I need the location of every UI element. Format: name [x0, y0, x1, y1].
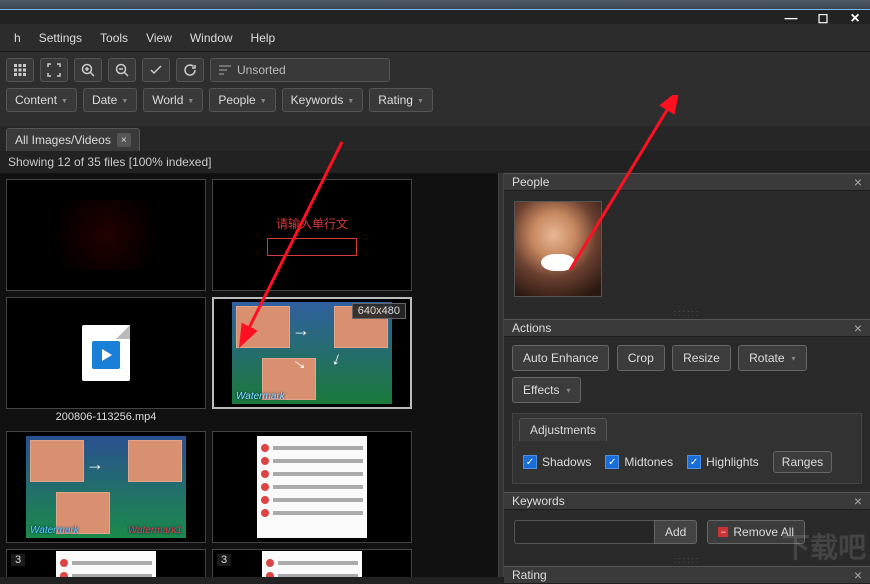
highlights-checkbox[interactable]: ✓Highlights: [687, 455, 759, 469]
thumbnail-item[interactable]: 请输入单行文: [212, 179, 412, 291]
close-icon[interactable]: ×: [854, 320, 862, 336]
panel-header-people[interactable]: People ×: [504, 173, 870, 191]
properties-sidebar: People × :::::: Actions × Auto Enhance C…: [504, 173, 870, 577]
tab-bar: All Images/Videos ×: [0, 126, 870, 151]
panel-header-rating[interactable]: Rating ×: [504, 566, 870, 584]
crop-button[interactable]: Crop: [617, 345, 665, 371]
keyword-input[interactable]: [514, 520, 664, 544]
close-icon[interactable]: ×: [854, 567, 862, 583]
tab-all-images[interactable]: All Images/Videos ×: [6, 128, 140, 151]
thumbnail-filename: 200806-113256.mp4: [6, 409, 206, 425]
menu-item[interactable]: h: [6, 27, 29, 49]
filter-date[interactable]: Date▼: [83, 88, 137, 112]
dimensions-badge: 640x480: [352, 303, 406, 319]
rotate-button[interactable]: Rotate: [738, 345, 806, 371]
shadows-checkbox[interactable]: ✓Shadows: [523, 455, 591, 469]
panel-header-keywords[interactable]: Keywords ×: [504, 492, 870, 510]
menu-view[interactable]: View: [138, 27, 180, 49]
sort-dropdown[interactable]: Unsorted: [210, 58, 390, 82]
grid-view-icon[interactable]: [6, 58, 34, 82]
panel-header-actions[interactable]: Actions ×: [504, 319, 870, 337]
tab-label: All Images/Videos: [15, 133, 111, 147]
fullscreen-icon[interactable]: [40, 58, 68, 82]
thumbnail-item[interactable]: [6, 179, 206, 291]
filter-content[interactable]: Content▼: [6, 88, 77, 112]
thumbnail-item[interactable]: 3: [6, 549, 206, 577]
zoom-out-icon[interactable]: [108, 58, 136, 82]
menu-bar: h Settings Tools View Window Help: [0, 24, 870, 52]
ranges-button[interactable]: Ranges: [773, 451, 832, 473]
remove-all-keywords-button[interactable]: − Remove All: [707, 520, 805, 544]
count-badge: 3: [11, 554, 25, 566]
auto-enhance-button[interactable]: Auto Enhance: [512, 345, 609, 371]
minus-icon: −: [718, 527, 728, 537]
close-icon[interactable]: ×: [117, 133, 131, 147]
close-icon[interactable]: ×: [854, 493, 862, 509]
thumbnail-item-selected[interactable]: → → → Watermark 640x480: [212, 297, 412, 425]
thumbnail-grid: 请输入单行文 200806-113256.mp4 → → → Watermark: [0, 173, 498, 577]
sort-icon: [219, 65, 231, 75]
filter-people[interactable]: People▼: [209, 88, 275, 112]
status-text: Showing 12 of 35 files [100% indexed]: [0, 151, 870, 173]
filter-keywords[interactable]: Keywords▼: [282, 88, 364, 112]
approve-icon[interactable]: [142, 58, 170, 82]
thumbnail-item[interactable]: 200806-113256.mp4: [6, 297, 206, 425]
midtones-checkbox[interactable]: ✓Midtones: [605, 455, 673, 469]
video-file-icon: [82, 325, 130, 381]
zoom-in-icon[interactable]: [74, 58, 102, 82]
effects-button[interactable]: Effects: [512, 377, 581, 403]
filter-world[interactable]: World▼: [143, 88, 203, 112]
thumbnail-item[interactable]: 3: [212, 549, 412, 577]
resize-button[interactable]: Resize: [672, 345, 731, 371]
sort-label: Unsorted: [237, 63, 286, 77]
refresh-icon[interactable]: [176, 58, 204, 82]
thumbnail-item[interactable]: [212, 431, 412, 543]
toolbar: Unsorted Content▼ Date▼ World▼ People▼ K…: [0, 52, 870, 126]
filter-rating[interactable]: Rating▼: [369, 88, 433, 112]
close-icon[interactable]: ×: [854, 174, 862, 190]
menu-settings[interactable]: Settings: [31, 27, 90, 49]
count-badge: 3: [217, 554, 231, 566]
title-bar-remnant: [0, 0, 870, 10]
face-thumbnail[interactable]: [514, 201, 602, 297]
adjustments-tab[interactable]: Adjustments: [519, 418, 607, 441]
add-keyword-button[interactable]: Add: [654, 520, 697, 544]
menu-help[interactable]: Help: [243, 27, 284, 49]
menu-tools[interactable]: Tools: [92, 27, 136, 49]
menu-window[interactable]: Window: [182, 27, 241, 49]
thumbnail-item[interactable]: → Watermark Watermark1: [6, 431, 206, 543]
panel-resize-grip[interactable]: ::::::: [504, 307, 870, 319]
panel-resize-grip[interactable]: ::::::: [504, 554, 870, 566]
